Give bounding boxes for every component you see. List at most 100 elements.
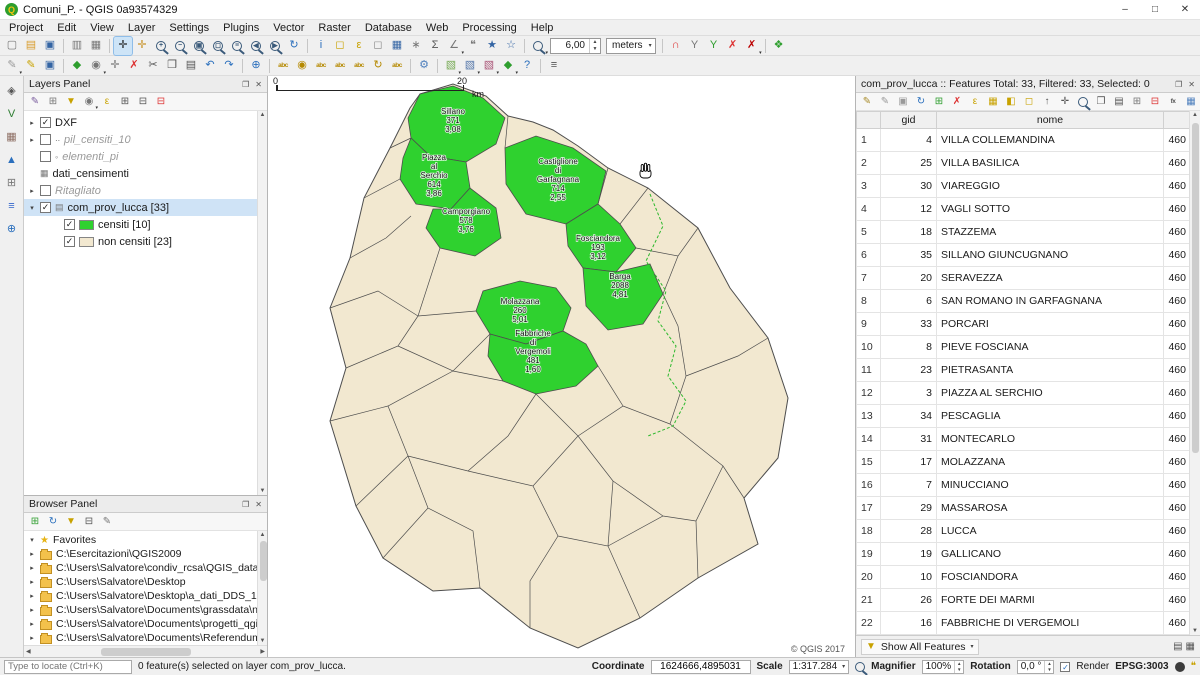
redo-icon[interactable]: ↷: [220, 57, 238, 75]
undo-icon[interactable]: ↶: [201, 57, 219, 75]
table-select-expression-icon[interactable]: ε: [967, 94, 983, 110]
extra-cell[interactable]: 460: [1164, 313, 1191, 336]
map-tips-icon[interactable]: ❝: [464, 37, 482, 55]
layer-checkbox[interactable]: [40, 134, 51, 145]
row-number-cell[interactable]: 20: [857, 566, 881, 589]
expander-icon[interactable]: ▸: [28, 634, 36, 642]
table-invert-selection-icon[interactable]: ◧: [1003, 94, 1019, 110]
zoom-next-icon[interactable]: ▶: [266, 37, 284, 55]
layer-row[interactable]: ▾✓▤com_prov_lucca [33]: [24, 199, 267, 216]
snapping-toggle-icon[interactable]: ∩: [667, 37, 685, 55]
row-number-cell[interactable]: 11: [857, 359, 881, 382]
table-delete-field-icon[interactable]: ⊟: [1147, 94, 1163, 110]
gid-cell[interactable]: 18: [881, 221, 937, 244]
nome-cell[interactable]: PIEVE FOSCIANA: [937, 336, 1164, 359]
extra-cell[interactable]: 460: [1164, 244, 1191, 267]
table-copy-icon[interactable]: ❐: [1093, 94, 1109, 110]
table-row[interactable]: 14VILLA COLLEMANDINA460: [857, 129, 1191, 152]
expander-icon[interactable]: ▾: [28, 536, 36, 544]
close-panel-icon[interactable]: ✕: [255, 500, 262, 509]
delete-selected-icon[interactable]: ✗: [125, 57, 143, 75]
map-themes-icon[interactable]: ◉▾: [81, 94, 97, 110]
labeling-pin-icon[interactable]: abc: [312, 57, 330, 75]
menu-web[interactable]: Web: [419, 20, 455, 36]
gid-cell[interactable]: 23: [881, 359, 937, 382]
magnifier-spin[interactable]: 100% ▲▼: [922, 660, 965, 674]
table-row[interactable]: 720SERAVEZZA460: [857, 267, 1191, 290]
refresh-map-icon[interactable]: ↻: [285, 37, 303, 55]
nome-cell[interactable]: FOSCIANDORA: [937, 566, 1164, 589]
row-number-cell[interactable]: 10: [857, 336, 881, 359]
expander-icon[interactable]: ▸: [28, 578, 36, 586]
row-number-cell[interactable]: 12: [857, 382, 881, 405]
menu-vector[interactable]: Vector: [266, 20, 311, 36]
osm-place-search-icon[interactable]: ⊕: [247, 57, 265, 75]
nome-cell[interactable]: PORCARI: [937, 313, 1164, 336]
nome-cell[interactable]: SAN ROMANO IN GARFAGNANA: [937, 290, 1164, 313]
nome-cell[interactable]: FABBRICHE DI VERGEMOLI: [937, 612, 1164, 635]
paste-features-icon[interactable]: ▤: [182, 57, 200, 75]
table-scrollbar[interactable]: ▲▼: [1189, 111, 1200, 635]
layer-row[interactable]: ▸Ritagliato: [24, 182, 267, 199]
table-delete-feature-icon[interactable]: ✗: [949, 94, 965, 110]
expander-icon[interactable]: ▸: [28, 564, 36, 572]
row-number-cell[interactable]: 2: [857, 152, 881, 175]
nome-cell[interactable]: MONTECARLO: [937, 428, 1164, 451]
browser-item[interactable]: ▸C:\Users\Salvatore\Desktop\a_dati_DDS_1…: [24, 589, 267, 603]
expander-icon[interactable]: ▾: [28, 204, 36, 212]
table-row[interactable]: 2126FORTE DEI MARMI460: [857, 589, 1191, 612]
maximize-button[interactable]: □: [1140, 0, 1170, 19]
table-row[interactable]: 412VAGLI SOTTO460: [857, 198, 1191, 221]
zoom-in-icon[interactable]: +: [152, 37, 170, 55]
gid-cell[interactable]: 8: [881, 336, 937, 359]
gid-cell[interactable]: 3: [881, 382, 937, 405]
gid-cell[interactable]: 33: [881, 313, 937, 336]
layer-row[interactable]: ▸∙∙pil_censiti_10: [24, 131, 267, 148]
menu-database[interactable]: Database: [358, 20, 419, 36]
gid-cell[interactable]: 34: [881, 405, 937, 428]
gid-cell[interactable]: 17: [881, 451, 937, 474]
open-attribute-table-icon[interactable]: ▦: [388, 37, 406, 55]
clear-snapping-icon[interactable]: ✗: [724, 37, 742, 55]
extra-cell[interactable]: 460: [1164, 359, 1191, 382]
close-button[interactable]: ✕: [1170, 0, 1200, 19]
menu-settings[interactable]: Settings: [162, 20, 216, 36]
gid-cell[interactable]: 12: [881, 198, 937, 221]
table-row[interactable]: 1729MASSAROSA460: [857, 497, 1191, 520]
add-group-icon[interactable]: ⊞: [45, 94, 61, 110]
nome-cell[interactable]: STAZZEMA: [937, 221, 1164, 244]
add-mesh-layer-icon[interactable]: ▲: [3, 151, 21, 169]
row-number-cell[interactable]: 7: [857, 267, 881, 290]
table-row[interactable]: 933PORCARI460: [857, 313, 1191, 336]
row-number-cell[interactable]: 9: [857, 313, 881, 336]
legend-item[interactable]: ✓non censiti [23]: [24, 233, 267, 250]
extra-cell[interactable]: 460: [1164, 290, 1191, 313]
nome-cell[interactable]: FORTE DEI MARMI: [937, 589, 1164, 612]
nome-cell[interactable]: MASSAROSA: [937, 497, 1164, 520]
zoom-full-extent-icon[interactable]: ▣: [190, 37, 208, 55]
row-number-cell[interactable]: 13: [857, 405, 881, 428]
zoom-out-icon[interactable]: −: [171, 37, 189, 55]
close-panel-icon[interactable]: ✕: [1188, 80, 1195, 89]
browser-item[interactable]: ▸C:\Users\Salvatore\Documents\Referendum: [24, 631, 267, 645]
gid-cell[interactable]: 35: [881, 244, 937, 267]
table-new-field-icon[interactable]: ⊞: [1129, 94, 1145, 110]
table-multiedit-icon[interactable]: ✎: [877, 94, 893, 110]
table-row[interactable]: 330VIAREGGIO460: [857, 175, 1191, 198]
zoom-last-icon[interactable]: ◀: [247, 37, 265, 55]
crs-status-icon[interactable]: [1175, 662, 1185, 672]
extra-cell[interactable]: 460: [1164, 520, 1191, 543]
epsg-button[interactable]: EPSG:3003: [1115, 661, 1168, 672]
browser-add-layer-icon[interactable]: ⊞: [27, 514, 43, 530]
messages-icon[interactable]: ❝: [1191, 661, 1196, 672]
save-project-icon[interactable]: ▣: [41, 37, 59, 55]
minimize-button[interactable]: –: [1110, 0, 1140, 19]
extra-cell[interactable]: 460: [1164, 428, 1191, 451]
extra-cell[interactable]: 460: [1164, 566, 1191, 589]
table-row[interactable]: 1517MOLAZZANA460: [857, 451, 1191, 474]
gid-cell[interactable]: 30: [881, 175, 937, 198]
gid-cell[interactable]: 20: [881, 267, 937, 290]
gid-cell[interactable]: 7: [881, 474, 937, 497]
menu-processing[interactable]: Processing: [455, 20, 523, 36]
statistical-summary-icon[interactable]: Σ: [426, 37, 444, 55]
